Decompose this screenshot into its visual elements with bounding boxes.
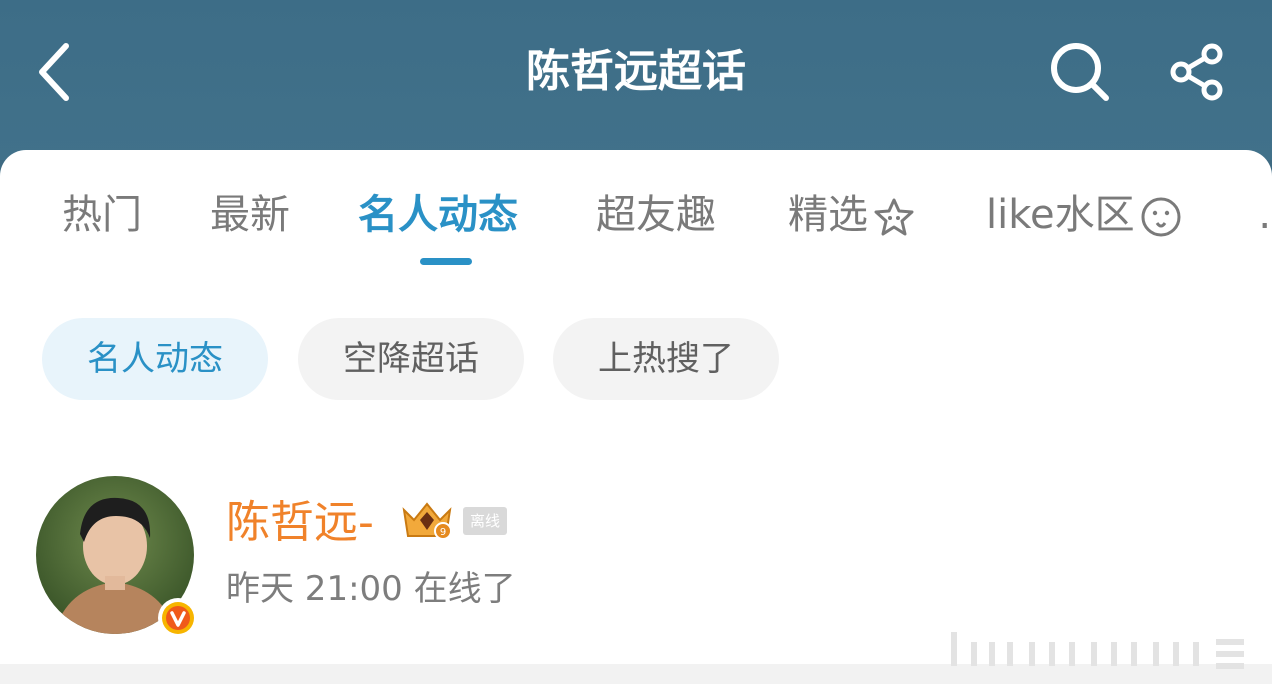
tab-label: 名人动态 (358, 192, 518, 238)
watermark-lines-icon (951, 632, 1244, 669)
tab-celebrity-updates[interactable]: 名人动态 (358, 180, 518, 250)
tab-label: 热门 (62, 192, 142, 238)
chip-celebrity-updates[interactable]: 名人动态 (42, 318, 268, 400)
tab-overflow-partial[interactable]: … (1258, 180, 1272, 250)
tab-latest[interactable]: 最新 (210, 180, 290, 250)
share-icon (1170, 43, 1223, 101)
verified-v-icon (162, 602, 194, 634)
star-face-icon (874, 198, 914, 236)
svg-text:9: 9 (440, 527, 446, 538)
active-tab-indicator (420, 258, 472, 265)
tab-label: 精选 (788, 192, 868, 238)
content-sheet: 热门 最新 名人动态 超友趣 精选 like水区 … 名人动态 空降超话 上热搜… (0, 150, 1272, 684)
tab-featured[interactable]: 精选 (788, 180, 916, 250)
tab-super-fun[interactable]: 超友趣 (596, 180, 716, 250)
status-badge: 离线 (463, 507, 507, 535)
share-button[interactable] (1164, 40, 1232, 104)
smile-face-icon (1141, 197, 1181, 237)
tab-label: like水区 (986, 192, 1135, 238)
top-bar: 陈哲远超话 (0, 0, 1272, 160)
search-button[interactable] (1046, 40, 1114, 104)
tab-like-water-zone[interactable]: like水区 (986, 180, 1183, 250)
tab-bar: 热门 最新 名人动态 超友趣 精选 like水区 … (0, 180, 1272, 250)
tab-hot[interactable]: 热门 (62, 180, 142, 250)
filter-chips: 名人动态 空降超话 上热搜了 (0, 318, 1272, 400)
crown-level-badge-icon: 9 (402, 502, 452, 540)
chip-label: 空降超话 (343, 339, 479, 379)
last-online-text: 昨天 21:00 在线了 (226, 569, 516, 609)
tab-label: 超友趣 (596, 192, 716, 238)
username[interactable]: 陈哲远- (226, 492, 374, 554)
chip-airdrop-topic[interactable]: 空降超话 (298, 318, 524, 400)
search-icon (1051, 43, 1109, 101)
chip-trending[interactable]: 上热搜了 (553, 318, 779, 400)
avatar[interactable] (36, 476, 198, 638)
tab-label: 最新 (210, 192, 290, 238)
chip-label: 名人动态 (87, 339, 223, 379)
chip-label: 上热搜了 (598, 339, 734, 379)
user-card[interactable]: 陈哲远- 9 离线 昨天 21:00 在线了 (0, 472, 1272, 642)
verified-badge (158, 598, 198, 638)
